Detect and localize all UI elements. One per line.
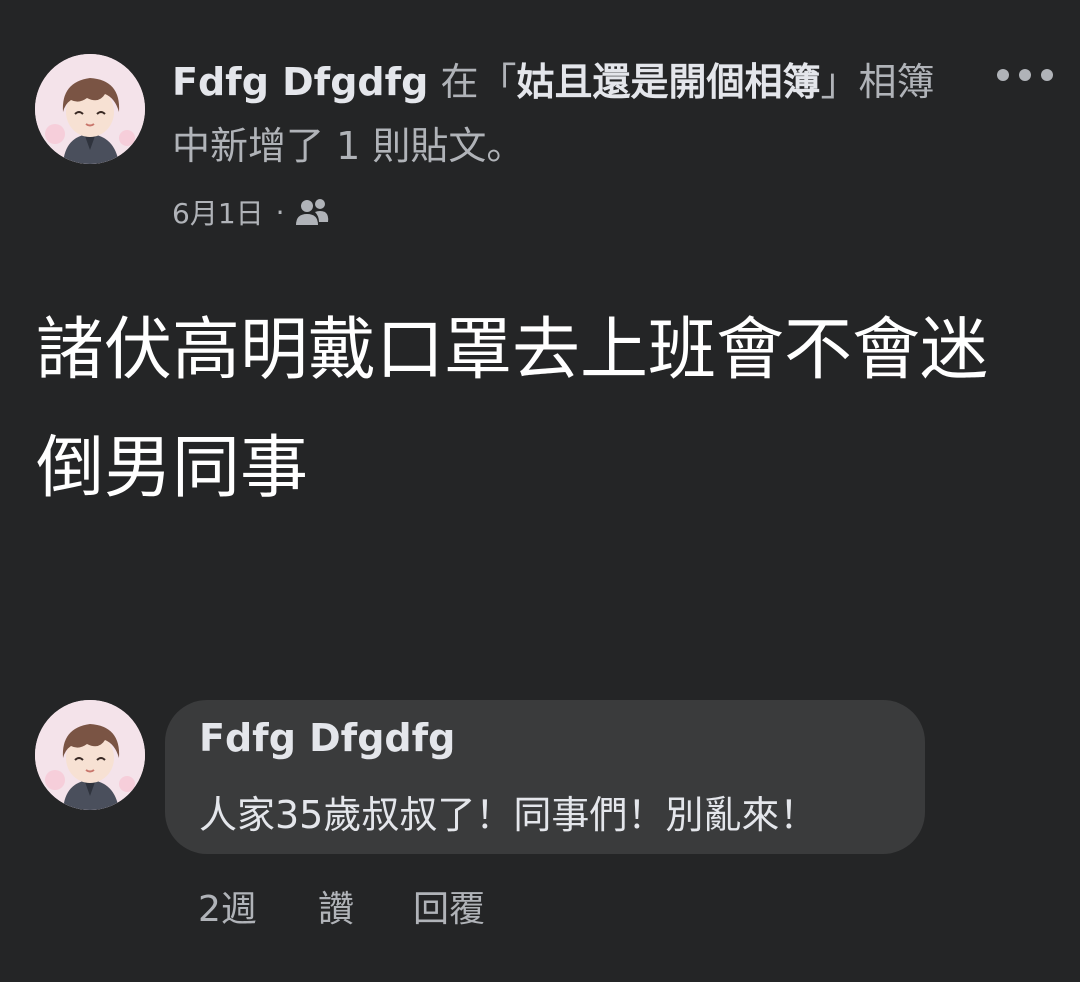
audience-button[interactable] (295, 197, 329, 227)
post-date[interactable]: 6月1日 (172, 192, 264, 232)
comment-author-name[interactable]: Fdfg Dfgdfg (199, 716, 455, 760)
more-dots-icon (997, 69, 1053, 81)
more-options-button[interactable] (990, 58, 1060, 92)
post-action-prefix: 在 (440, 60, 479, 104)
post-meta: 6月1日 · (172, 190, 329, 234)
comment-text: 人家35歲叔叔了！同事們！別亂來！ (199, 793, 818, 837)
friends-icon (295, 199, 328, 225)
comment-like-button[interactable]: 讚 (318, 880, 354, 932)
comment-reply-button[interactable]: 回覆 (413, 880, 485, 932)
comment-author-avatar[interactable] (35, 700, 145, 810)
album-close-bracket: 」 (820, 60, 859, 104)
album-name-link[interactable]: 姑且還是開個相簿 (516, 60, 820, 104)
post-body-text: 諸伏高明戴口罩去上班會不會迷倒男同事 (36, 311, 989, 508)
meta-separator: · (275, 195, 285, 229)
post-author-avatar[interactable] (35, 54, 145, 164)
comment-bubble: Fdfg Dfgdfg 人家35歲叔叔了！同事們！別亂來！ (165, 700, 925, 854)
album-open-bracket: 「 (478, 60, 517, 104)
post-author-name[interactable]: Fdfg Dfgdfg (172, 60, 428, 104)
post-header-text: Fdfg Dfgdfg 在「姑且還是開個相簿」相簿中新增了 1 則貼文。 (172, 50, 962, 178)
comment-timestamp[interactable]: 2週 (198, 880, 257, 932)
